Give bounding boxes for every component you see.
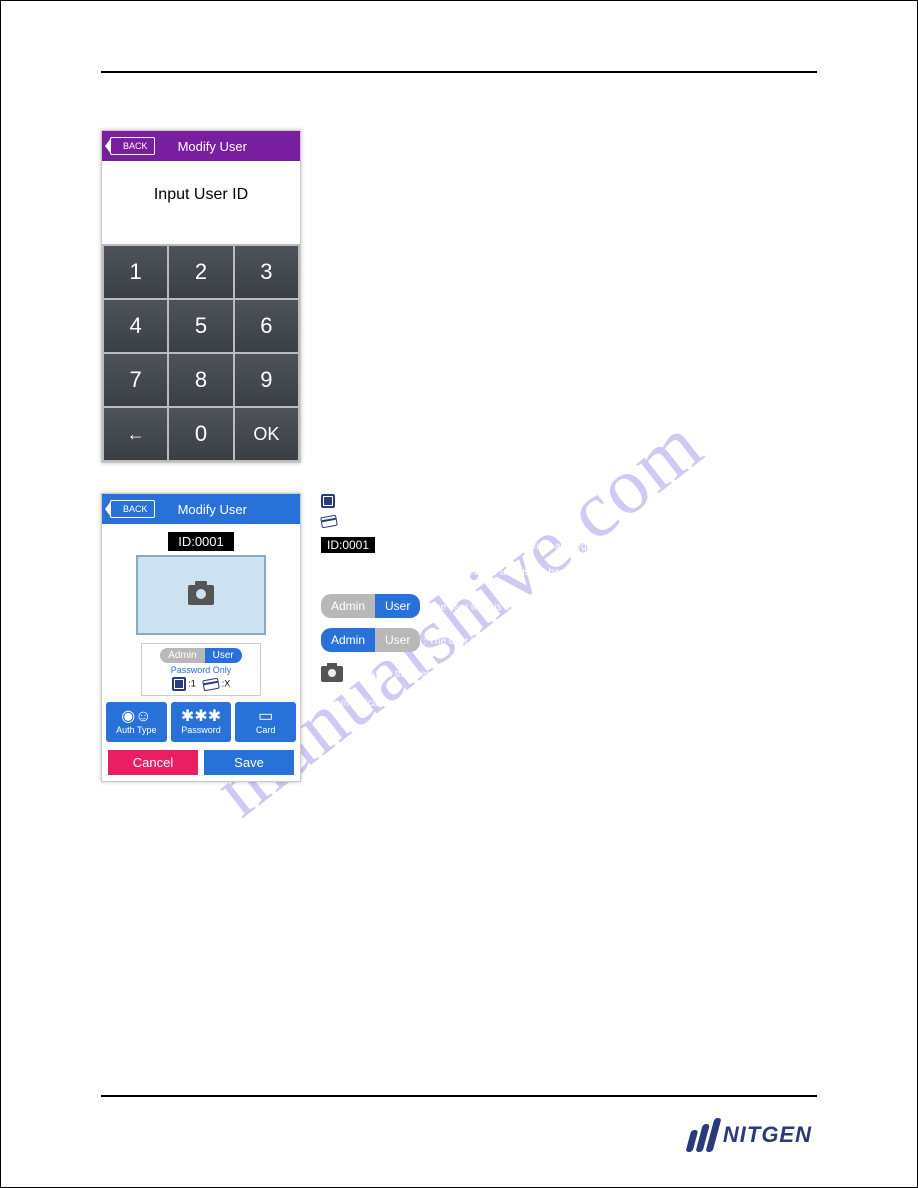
password-label: Password <box>181 725 221 735</box>
device-screen-keypad: BACK Modify User Input User ID 1 2 3 4 5… <box>101 130 301 463</box>
titlebar-title: Modify User <box>155 502 300 517</box>
brand-name: NITGEN <box>723 1122 812 1148</box>
brand-logo: NITGEN <box>690 1118 812 1152</box>
keypad-icon <box>321 494 335 508</box>
camera-icon <box>188 585 214 605</box>
user-id-badge: ID:0001 <box>168 532 234 551</box>
desc-block-2: : The number of registered fingerprints … <box>321 493 817 711</box>
role-pill[interactable]: Admin User <box>160 648 241 663</box>
password-icon: ✱✱✱ <box>181 709 221 725</box>
titlebar-title: Modify User <box>155 139 300 154</box>
card-button[interactable]: ▭ Card <box>235 702 296 742</box>
row-modify-input: BACK Modify User Input User ID 1 2 3 4 5… <box>101 130 817 463</box>
desc-id: refers to the User ID whose fingerprints… <box>378 541 619 552</box>
titlebar-purple: BACK Modify User <box>102 131 300 161</box>
role-admin-label: Admin <box>321 628 375 652</box>
input-prompt: Input User ID <box>102 161 300 244</box>
card-count: :X <box>222 678 231 688</box>
action-buttons-row: ◉☺ Auth Type ✱✱✱ Password ▭ Card <box>102 700 300 744</box>
card-icon <box>202 677 220 691</box>
back-button[interactable]: BACK <box>110 500 155 518</box>
desc-cam: : Captures the present image as a pictur… <box>346 669 532 680</box>
key-1[interactable]: 1 <box>104 246 167 298</box>
key-2[interactable]: 2 <box>169 246 232 298</box>
key-0[interactable]: 0 <box>169 408 232 460</box>
photo-capture-box[interactable] <box>136 555 266 635</box>
keypad-icon <box>172 677 186 691</box>
key-5[interactable]: 5 <box>169 300 232 352</box>
counts-row: :1 :X <box>146 677 256 691</box>
top-rule <box>101 71 817 73</box>
page-inner: eNBioAccess-T2 User Guide 38 manualshive… <box>61 21 857 1167</box>
key-8[interactable]: 8 <box>169 354 232 406</box>
device-screen-detail: BACK Modify User ID:0001 Admin User Pass… <box>101 493 301 782</box>
desc1-line4: After reading the card, the screen is ch… <box>321 175 817 190</box>
camera-icon <box>321 666 343 682</box>
role-pill-admin: Admin User <box>321 628 420 652</box>
role-pill-user: Admin User <box>321 594 420 618</box>
key-back[interactable]: ← <box>104 408 167 460</box>
key-7[interactable]: 7 <box>104 354 167 406</box>
keypad: 1 2 3 4 5 6 7 8 9 ← 0 OK <box>102 244 300 462</box>
desc-auth: When the user is registered, the level o… <box>321 565 817 580</box>
brand-bars-icon <box>685 1118 721 1152</box>
user-info-box: Admin User Password Only :1 :X <box>141 643 261 696</box>
key-4[interactable]: 4 <box>104 300 167 352</box>
fp-count: :1 <box>188 678 196 688</box>
footer-buttons: Cancel Save <box>102 744 300 781</box>
bottom-rule <box>101 1095 817 1097</box>
cancel-button[interactable]: Cancel <box>108 750 198 775</box>
auth-type-label: Auth Type <box>116 725 156 735</box>
manual-page: eNBioAccess-T2 User Guide 38 manualshive… <box>0 0 918 1188</box>
back-button[interactable]: BACK <box>110 137 155 155</box>
role-admin-label: Admin <box>321 594 375 618</box>
desc-pill1: : The user level is the general user. <box>423 602 578 613</box>
desc-pill2: : The user level is the admin. <box>423 636 551 647</box>
desc1-line1: Select [Modify] in the user management m… <box>321 130 817 145</box>
key-ok[interactable]: OK <box>235 408 298 460</box>
desc-fp: : The number of registered fingerprints <box>338 496 508 507</box>
content-area: 3.3.3. Modify BACK Modify User Input Use… <box>101 101 817 1067</box>
doc-header: eNBioAccess-T2 User Guide <box>101 41 254 55</box>
auth-mode-label: Password Only <box>146 665 256 675</box>
page-number-top: 38 <box>804 41 817 55</box>
desc1-line2: Input the ID of the user to modify and p… <box>321 145 817 160</box>
card-label: Card <box>256 725 276 735</box>
row-modify-detail: BACK Modify User ID:0001 Admin User Pass… <box>101 493 817 782</box>
role-user[interactable]: User <box>205 648 242 663</box>
password-button[interactable]: ✱✱✱ Password <box>171 702 232 742</box>
titlebar-blue: BACK Modify User <box>102 494 300 524</box>
key-3[interactable]: 3 <box>235 246 298 298</box>
id-badge-inline: ID:0001 <box>321 537 375 553</box>
desc-card: : The number of registered cards <box>340 517 485 528</box>
auth-type-button[interactable]: ◉☺ Auth Type <box>106 702 167 742</box>
desc-other: The modification method of each item is … <box>321 696 817 711</box>
save-button[interactable]: Save <box>204 750 294 775</box>
role-user-label: User <box>375 628 420 652</box>
role-admin[interactable]: Admin <box>160 648 204 663</box>
desc1-line3: If you want to read the user to modify f… <box>321 160 817 175</box>
card-icon: ▭ <box>258 709 273 725</box>
card-icon <box>320 515 338 529</box>
role-user-label: User <box>375 594 420 618</box>
fingerprint-face-icon: ◉☺ <box>121 709 151 725</box>
key-6[interactable]: 6 <box>235 300 298 352</box>
key-9[interactable]: 9 <box>235 354 298 406</box>
section-heading: 3.3.3. Modify <box>101 111 817 126</box>
desc-block-1: Select [Modify] in the user management m… <box>321 130 817 190</box>
